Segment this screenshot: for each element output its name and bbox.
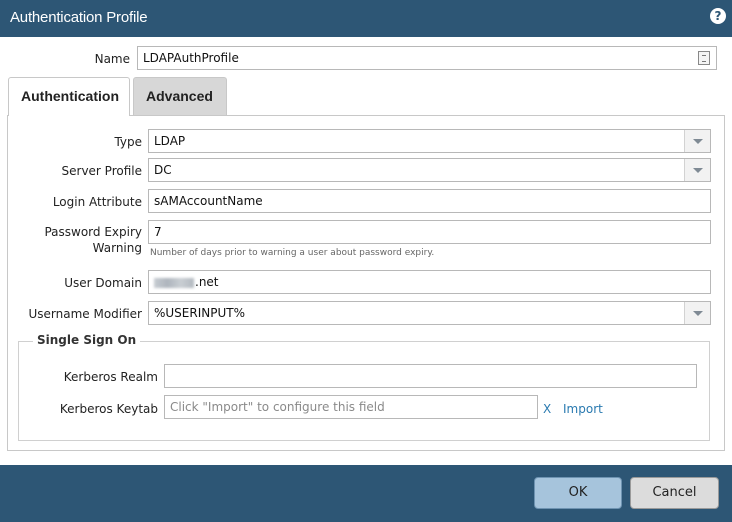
name-input[interactable]: LDAPAuthProfile xyxy=(137,46,717,70)
user-domain-input[interactable]: .net xyxy=(148,270,711,294)
server-profile-value: DC xyxy=(154,163,172,177)
name-value: LDAPAuthProfile xyxy=(143,51,239,65)
sso-fieldset xyxy=(18,341,710,441)
clear-keytab-link[interactable]: X xyxy=(543,402,551,416)
sso-legend: Single Sign On xyxy=(33,333,141,347)
kerberos-keytab-label: Kerberos Keytab xyxy=(59,402,158,416)
chevron-down-icon[interactable] xyxy=(684,130,710,152)
password-expiry-input[interactable]: 7 xyxy=(148,220,711,244)
type-value: LDAP xyxy=(154,134,186,148)
tab-authentication-label: Authentication xyxy=(21,88,119,104)
user-domain-suffix: .net xyxy=(195,275,219,289)
chevron-down-icon[interactable] xyxy=(684,159,710,181)
dialog-titlebar: Authentication Profile ? xyxy=(0,0,732,37)
tab-authentication[interactable]: Authentication xyxy=(8,77,130,116)
cancel-button[interactable]: Cancel xyxy=(630,477,719,509)
user-domain-label: User Domain xyxy=(64,276,142,290)
password-expiry-label: Password Expiry xyxy=(44,225,142,239)
username-modifier-label: Username Modifier xyxy=(28,307,142,321)
username-modifier-select[interactable]: %USERINPUT% xyxy=(148,301,711,325)
password-expiry-hint: Number of days prior to warning a user a… xyxy=(150,248,435,258)
login-attribute-label: Login Attribute xyxy=(52,195,142,209)
type-select[interactable]: LDAP xyxy=(148,129,711,153)
name-field-icon[interactable] xyxy=(698,51,710,65)
login-attribute-input[interactable]: sAMAccountName xyxy=(148,189,711,213)
password-expiry-label-warning: Warning xyxy=(92,241,142,255)
username-modifier-value: %USERINPUT% xyxy=(154,306,245,320)
tab-advanced[interactable]: Advanced xyxy=(133,77,227,115)
login-attribute-value: sAMAccountName xyxy=(154,194,263,208)
import-keytab-link[interactable]: Import xyxy=(563,402,603,416)
dialog-title: Authentication Profile xyxy=(10,9,148,26)
server-profile-select[interactable]: DC xyxy=(148,158,711,182)
dialog-footer xyxy=(0,465,732,522)
name-label: Name xyxy=(94,52,130,66)
chevron-down-icon[interactable] xyxy=(684,302,710,324)
kerberos-realm-input[interactable] xyxy=(164,364,697,388)
kerberos-keytab-input[interactable]: Click "Import" to configure this field xyxy=(164,395,538,419)
help-icon[interactable]: ? xyxy=(710,8,726,24)
ok-button[interactable]: OK xyxy=(534,477,622,509)
redacted-text xyxy=(154,277,194,288)
type-label: Type xyxy=(114,135,142,149)
kerberos-keytab-placeholder: Click "Import" to configure this field xyxy=(170,400,385,414)
kerberos-realm-label: Kerberos Realm xyxy=(63,370,158,384)
tab-advanced-label: Advanced xyxy=(146,88,213,104)
password-expiry-value: 7 xyxy=(154,225,162,239)
server-profile-label: Server Profile xyxy=(61,164,142,178)
